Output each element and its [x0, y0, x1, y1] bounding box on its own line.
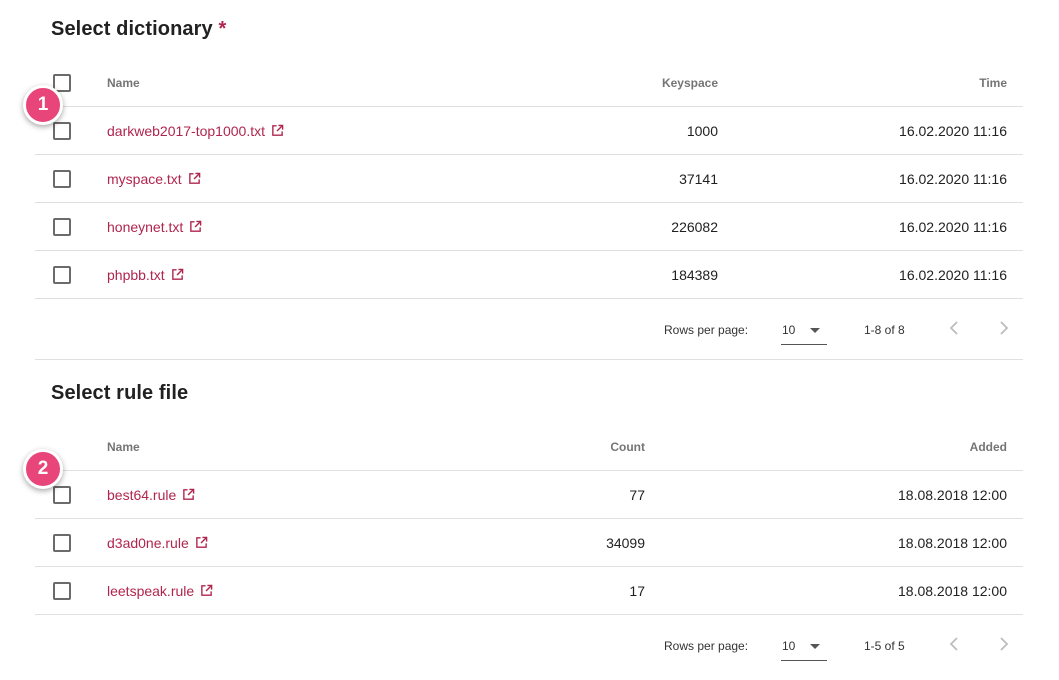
value-cell: 184389 — [671, 266, 718, 283]
next-page-button[interactable] — [993, 633, 1015, 655]
rows-per-page-value: 10 — [782, 639, 796, 653]
file-name: darkweb2017-top1000.txt — [107, 122, 265, 139]
table-row[interactable]: best64.rule 77 18.08.2018 12:00 — [35, 471, 1023, 519]
table-row[interactable]: phpbb.txt 184389 16.02.2020 11:16 — [35, 251, 1023, 299]
file-name: leetspeak.rule — [107, 582, 195, 599]
value-cell: 1000 — [686, 122, 718, 139]
name-cell: honeynet.txt — [107, 203, 202, 250]
external-link-icon — [171, 268, 183, 280]
file-name: honeynet.txt — [107, 218, 184, 235]
name-cell: darkweb2017-top1000.txt — [107, 107, 284, 154]
row-check-cell — [53, 155, 73, 202]
time-cell: 16.02.2020 11:16 — [899, 170, 1007, 187]
value-cell: 34099 — [606, 534, 645, 551]
rules-pagination: Rows per page: 10 1-5 of 5 — [35, 617, 1023, 675]
name-cell: leetspeak.rule — [107, 567, 213, 614]
time-cell: 18.08.2018 12:00 — [898, 582, 1007, 599]
file-name: d3ad0ne.rule — [107, 534, 189, 551]
row-check-cell — [53, 251, 73, 298]
external-link-icon — [183, 488, 195, 500]
column-header-name[interactable]: Name — [107, 59, 140, 106]
file-link[interactable]: d3ad0ne.rule — [107, 535, 208, 551]
dictionary-pagination: Rows per page: 10 1-8 of 8 — [35, 301, 1023, 359]
file-link[interactable]: honeynet.txt — [107, 219, 202, 235]
previous-page-button[interactable] — [943, 633, 965, 655]
name-cell: phpbb.txt — [107, 251, 184, 298]
next-page-button[interactable] — [993, 317, 1015, 339]
column-header-added[interactable]: Added — [970, 423, 1007, 470]
chevron-right-icon — [1000, 321, 1009, 335]
file-name: best64.rule — [107, 486, 177, 503]
file-name: myspace.txt — [107, 170, 182, 187]
row-checkbox[interactable] — [53, 265, 71, 284]
row-check-cell — [53, 203, 73, 250]
name-cell: d3ad0ne.rule — [107, 519, 208, 566]
external-link-icon — [272, 124, 284, 136]
file-link[interactable]: leetspeak.rule — [107, 583, 213, 599]
rows-per-page-select[interactable]: 10 — [781, 315, 827, 345]
chevron-left-icon — [949, 321, 958, 335]
section-divider — [35, 359, 1023, 360]
rows-per-page-select[interactable]: 10 — [781, 631, 827, 661]
time-cell: 16.02.2020 11:16 — [899, 122, 1007, 139]
file-link[interactable]: darkweb2017-top1000.txt — [107, 123, 284, 139]
file-name: phpbb.txt — [107, 266, 165, 283]
value-cell: 37141 — [679, 170, 718, 187]
table-header-row: Name Count Added — [35, 423, 1023, 471]
row-check-cell — [53, 519, 73, 566]
rows-per-page-label: Rows per page: — [664, 639, 749, 653]
row-checkbox[interactable] — [53, 121, 71, 140]
pagination-range: 1-8 of 8 — [864, 323, 905, 337]
row-checkbox[interactable] — [53, 581, 71, 600]
column-header-name[interactable]: Name — [107, 423, 140, 470]
column-header-keyspace[interactable]: Keyspace — [662, 59, 718, 106]
row-checkbox[interactable] — [53, 485, 71, 504]
table-row[interactable]: darkweb2017-top1000.txt 1000 16.02.2020 11… — [35, 107, 1023, 155]
caret-down-icon — [810, 328, 820, 333]
value-cell: 226082 — [671, 218, 718, 235]
table-row[interactable]: honeynet.txt 226082 16.02.2020 11:16 — [35, 203, 1023, 251]
dictionary-title-text: Select dictionary — [51, 18, 213, 40]
name-cell: myspace.txt — [107, 155, 201, 202]
caret-down-icon — [810, 644, 820, 649]
rows-per-page-value: 10 — [782, 323, 796, 337]
external-link-icon — [195, 536, 208, 548]
table-row[interactable]: leetspeak.rule 17 18.08.2018 12:00 — [35, 567, 1023, 615]
value-cell: 77 — [629, 486, 645, 503]
dictionary-section-title: Select dictionary * — [51, 18, 226, 41]
file-link[interactable]: myspace.txt — [107, 171, 201, 187]
required-mark: * — [218, 18, 227, 40]
column-header-time[interactable]: Time — [979, 59, 1007, 106]
table-header-row: Name Keyspace Time — [35, 59, 1023, 107]
external-link-icon — [190, 220, 202, 232]
file-link[interactable]: phpbb.txt — [107, 267, 184, 283]
value-cell: 17 — [629, 582, 645, 599]
step-badge-1: 1 — [23, 85, 63, 125]
step-badge-2: 2 — [23, 449, 63, 489]
rules-section-title: Select rule file — [51, 382, 189, 404]
name-cell: best64.rule — [107, 471, 195, 518]
time-cell: 16.02.2020 11:16 — [899, 266, 1007, 283]
column-header-count[interactable]: Count — [610, 423, 645, 470]
time-cell: 18.08.2018 12:00 — [898, 486, 1007, 503]
table-row[interactable]: d3ad0ne.rule 34099 18.08.2018 12:00 — [35, 519, 1023, 567]
rows-per-page-label: Rows per page: — [664, 323, 749, 337]
external-link-icon — [201, 584, 213, 596]
chevron-left-icon — [949, 637, 958, 651]
row-checkbox[interactable] — [53, 217, 71, 236]
row-checkbox[interactable] — [53, 533, 71, 552]
file-link[interactable]: best64.rule — [107, 487, 195, 503]
time-cell: 18.08.2018 12:00 — [898, 534, 1007, 551]
previous-page-button[interactable] — [943, 317, 965, 339]
external-link-icon — [188, 172, 201, 184]
time-cell: 16.02.2020 11:16 — [899, 218, 1007, 235]
row-checkbox[interactable] — [53, 169, 71, 188]
pagination-range: 1-5 of 5 — [864, 639, 905, 653]
table-row[interactable]: myspace.txt 37141 16.02.2020 11:16 — [35, 155, 1023, 203]
row-check-cell — [53, 567, 73, 614]
chevron-right-icon — [1000, 637, 1009, 651]
